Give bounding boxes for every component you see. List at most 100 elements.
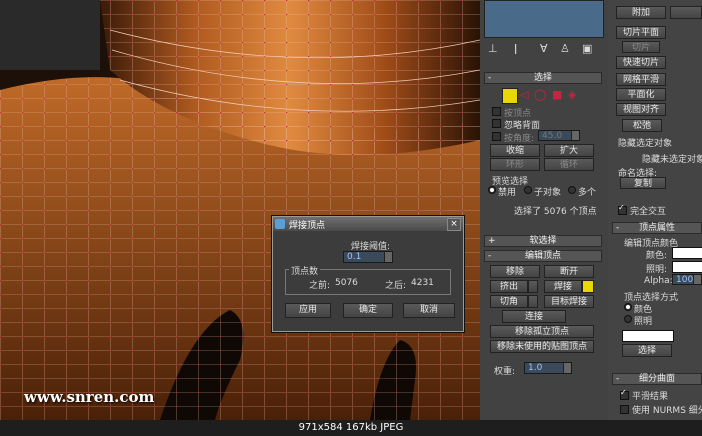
watermark: www.snren.com: [24, 388, 155, 406]
remove-button[interactable]: 移除: [490, 265, 540, 278]
image-info-bar: 971x584 167kb JPEG: [0, 420, 702, 436]
smooth-result-checkbox[interactable]: [620, 388, 629, 400]
show-end-result-icon[interactable]: ǀ: [514, 42, 517, 55]
attach-list-button[interactable]: [670, 6, 702, 19]
rollout-selection-title: 选择: [533, 73, 552, 83]
rollout-selection-sign: -: [488, 73, 492, 83]
weight-label: 权重:: [494, 367, 516, 377]
break-button[interactable]: 断开: [544, 265, 594, 278]
rollout-selection[interactable]: - 选择: [484, 72, 602, 84]
preview-subobject-label: 子对象: [534, 188, 562, 198]
planarize-button[interactable]: 平面化: [616, 88, 666, 101]
remove-modifier-icon[interactable]: ♙: [560, 42, 570, 55]
rollout-vertex-properties-sign: -: [616, 223, 620, 233]
vertex-color-swatch[interactable]: [672, 247, 702, 259]
remove-isolated-button[interactable]: 移除孤立顶点: [490, 325, 594, 338]
hide-unselected-label[interactable]: 隐藏未选定对象: [642, 152, 702, 165]
msmooth-button[interactable]: 网格平滑: [616, 73, 666, 86]
select-button[interactable]: 选择: [622, 344, 672, 357]
use-nurms-checkbox[interactable]: [620, 405, 629, 414]
alpha-spinner[interactable]: 100.0: [672, 274, 702, 285]
cancel-button[interactable]: 取消: [403, 303, 455, 318]
preview-multi-label: 多个: [578, 188, 597, 198]
image-info: 971x584 167kb JPEG: [298, 422, 404, 433]
chamfer-button[interactable]: 切角: [490, 295, 528, 308]
rollout-edit-vertices[interactable]: - 编辑顶点: [484, 250, 602, 262]
viewport-3d[interactable]: www.snren.com: [0, 0, 480, 420]
view-align-button[interactable]: 视图对齐: [616, 103, 666, 116]
close-button[interactable]: ×: [447, 218, 461, 231]
rollout-soft-selection-sign: +: [488, 236, 496, 246]
weight-spinner[interactable]: 1.0: [524, 362, 572, 374]
extrude-button[interactable]: 挤出: [490, 280, 528, 293]
edge-mode-icon[interactable]: ◁: [520, 88, 528, 101]
alpha-label: Alpha:: [644, 276, 673, 286]
ignore-backfacing-checkbox[interactable]: [492, 119, 501, 128]
rollout-vertex-properties-title: 顶点属性: [638, 223, 675, 233]
color-radio[interactable]: [624, 303, 632, 311]
selection-info: 选择了 5076 个顶点: [514, 207, 597, 217]
ok-button[interactable]: 确定: [343, 303, 393, 318]
use-nurms-label: 使用 NURMS 细分: [632, 406, 702, 416]
target-weld-button[interactable]: 目标焊接: [544, 295, 594, 308]
connect-button[interactable]: 连接: [502, 310, 566, 323]
full-interactivity-checkbox[interactable]: [618, 203, 627, 215]
illum-color-swatch[interactable]: [672, 261, 702, 273]
rollout-subdivision-title: 细分曲面: [638, 374, 675, 384]
polygon-mode-icon[interactable]: ■: [552, 88, 562, 101]
ring-button[interactable]: 环形: [490, 158, 540, 171]
select-color-swatch[interactable]: [622, 330, 674, 342]
threshold-spinner[interactable]: 0.1: [343, 251, 393, 263]
pin-stack-icon[interactable]: ⊥: [488, 42, 498, 55]
command-panel-right: 附加 切片平面 切片 快速切片 网格平滑 平面化 视图对齐 松弛 隐藏选定对象 …: [608, 0, 702, 420]
shrink-button[interactable]: 收缩: [490, 144, 540, 157]
attach-button[interactable]: 附加: [616, 6, 666, 19]
color-label: 颜色:: [646, 251, 668, 261]
illum-radio[interactable]: [624, 315, 632, 323]
rollout-soft-selection-title: 软选择: [529, 236, 557, 246]
configure-sets-icon[interactable]: ▣: [582, 42, 592, 55]
chamfer-settings-button[interactable]: [528, 295, 538, 308]
slice-button[interactable]: 切片: [622, 41, 660, 53]
border-mode-icon[interactable]: ◯: [534, 88, 546, 101]
loop-button[interactable]: 循环: [544, 158, 594, 171]
illum-label: 照明:: [646, 265, 668, 275]
hide-selected-label[interactable]: 隐藏选定对象: [618, 136, 672, 149]
modifier-stack-list[interactable]: [484, 0, 604, 38]
before-label: 之前:: [309, 281, 331, 291]
element-mode-icon[interactable]: ◈: [568, 88, 576, 101]
weld-vertices-dialog[interactable]: 焊接顶点 × 焊接阈值: 0.1 顶点数 之前: 5076 之后: 4231 应…: [272, 216, 464, 332]
preview-off-radio[interactable]: [488, 186, 496, 194]
make-unique-icon[interactable]: ∀: [540, 42, 548, 55]
smooth-result-label: 平滑结果: [632, 392, 669, 402]
grow-button[interactable]: 扩大: [544, 144, 594, 157]
after-label: 之后:: [385, 281, 407, 291]
rollout-subdivision[interactable]: - 细分曲面: [612, 373, 702, 385]
command-panel: ⊥ ǀ ∀ ♙ ▣ - 选择 ◁ ◯ ■ ◈ 按顶点 忽略背面 按角度: 45.0…: [480, 0, 608, 420]
angle-spinner[interactable]: 45.0: [538, 130, 580, 141]
by-angle-label: 按角度:: [504, 134, 535, 144]
rollout-vertex-properties[interactable]: - 顶点属性: [612, 222, 702, 234]
vertex-mode-icon[interactable]: [502, 88, 518, 104]
preview-multi-radio[interactable]: [568, 186, 576, 194]
by-angle-checkbox[interactable]: [492, 132, 501, 141]
weld-settings-button[interactable]: [582, 280, 594, 293]
extrude-settings-button[interactable]: [528, 280, 538, 293]
illum-radio-label: 照明: [634, 317, 653, 327]
slice-plane-button[interactable]: 切片平面: [616, 26, 666, 39]
before-value: 5076: [335, 278, 358, 288]
dialog-titlebar[interactable]: 焊接顶点 ×: [273, 217, 463, 231]
rollout-subdivision-sign: -: [616, 374, 620, 384]
preview-off-label: 禁用: [498, 188, 517, 198]
weld-button[interactable]: 焊接: [544, 280, 582, 293]
remove-unused-map-button[interactable]: 移除未使用的贴图顶点: [490, 340, 594, 353]
relax-button[interactable]: 松弛: [622, 119, 662, 132]
rollout-soft-selection[interactable]: + 软选择: [484, 235, 602, 247]
quick-slice-button[interactable]: 快速切片: [616, 56, 666, 69]
dialog-title: 焊接顶点: [289, 221, 326, 231]
vertex-count-label: 顶点数: [289, 264, 321, 277]
apply-button[interactable]: 应用: [285, 303, 331, 318]
preview-subobject-radio[interactable]: [524, 186, 532, 194]
by-vertex-checkbox[interactable]: [492, 107, 501, 116]
copy-button[interactable]: 复制: [620, 177, 666, 189]
